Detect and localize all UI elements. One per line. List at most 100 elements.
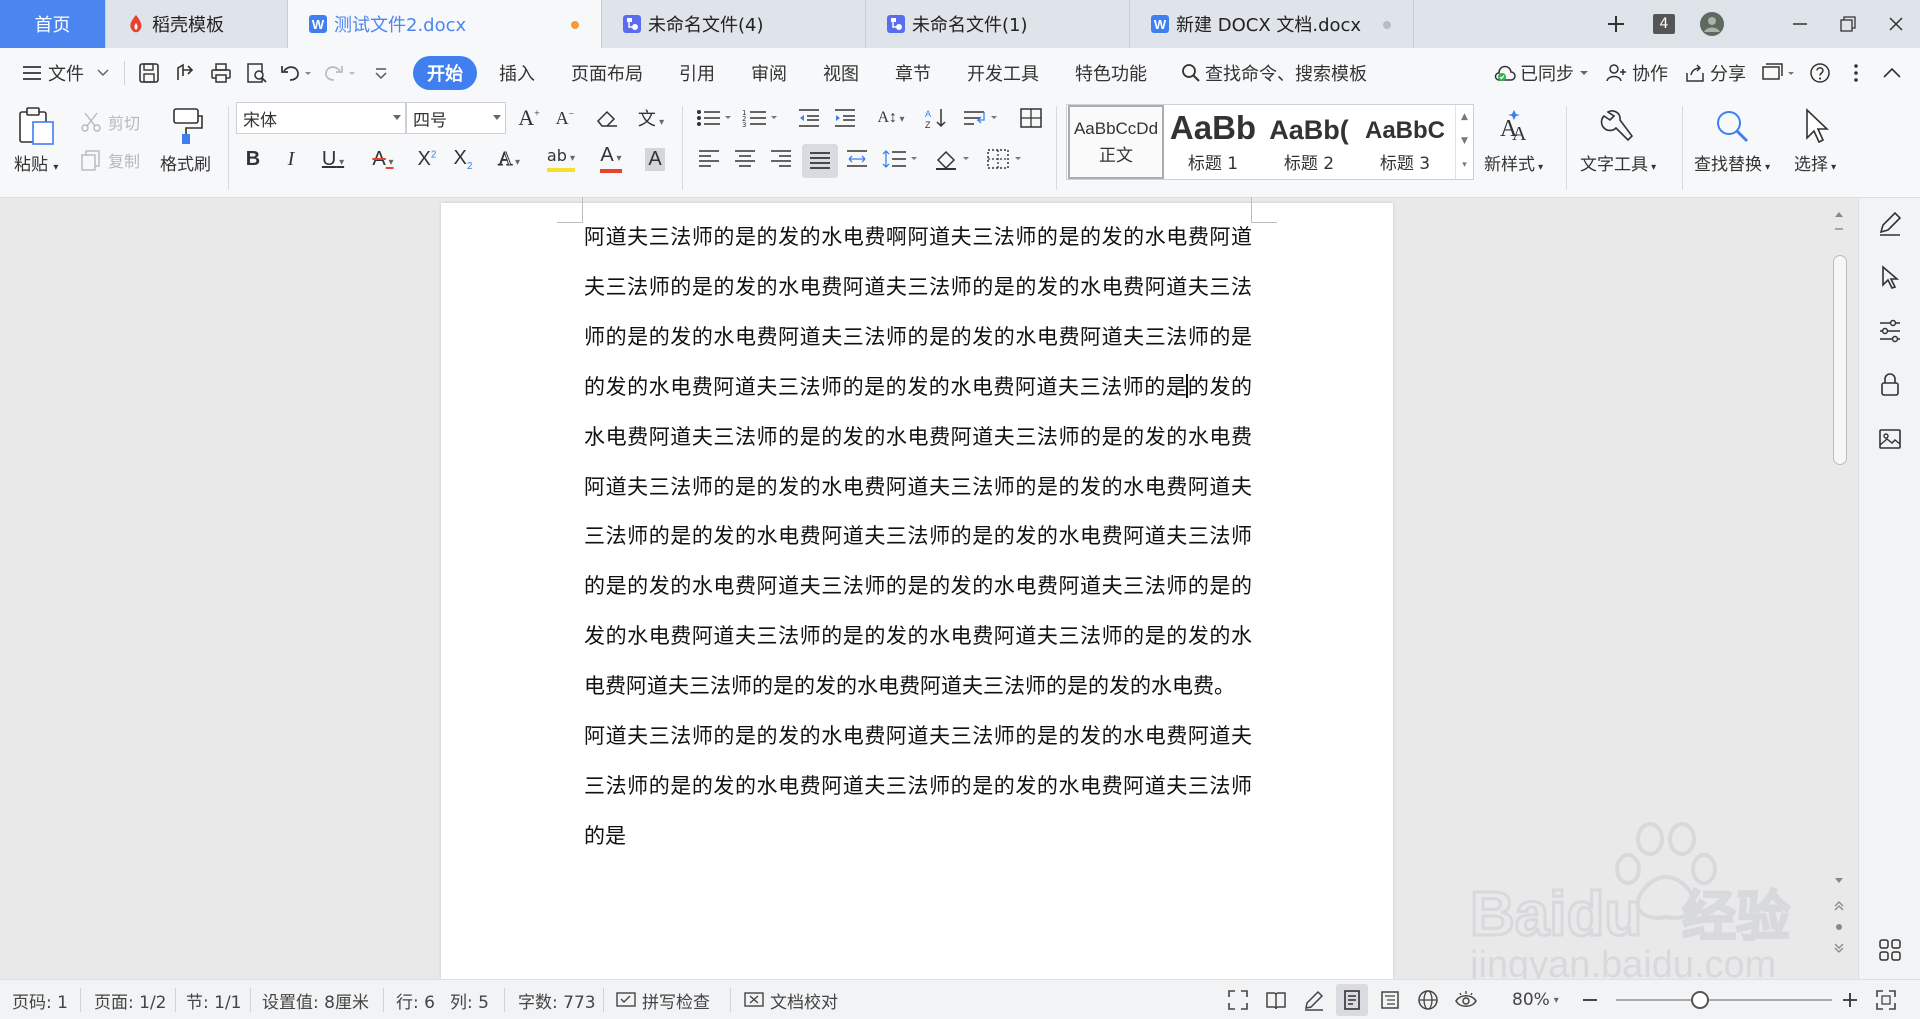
ribbon-tab[interactable]: 审阅 xyxy=(733,56,805,90)
zoom-select[interactable]: 80% ▾ xyxy=(1512,980,1559,1019)
customize-toolbar-button[interactable] xyxy=(363,55,399,91)
text-effect-button[interactable]: A ▾ xyxy=(488,144,530,174)
zoom-slider-knob[interactable] xyxy=(1691,991,1709,1009)
close-window-button[interactable] xyxy=(1872,0,1920,48)
justify-button[interactable] xyxy=(802,144,838,178)
print-button[interactable] xyxy=(203,55,239,91)
gallery-scroll[interactable]: ▲ ▼ ▾ xyxy=(1455,105,1473,179)
pen-tool-button[interactable] xyxy=(1875,208,1905,238)
prev-page-icon[interactable] xyxy=(1826,897,1852,913)
style-heading1[interactable]: AaBb 标题 1 xyxy=(1165,105,1261,179)
undo-button[interactable] xyxy=(275,55,319,91)
scrollbar-thumb[interactable] xyxy=(1833,255,1847,465)
sync-status-button[interactable]: 已同步 xyxy=(1486,56,1598,90)
text-direction-button[interactable]: A↕ ▾ xyxy=(870,103,912,133)
font-color-button[interactable]: A ▾ xyxy=(590,144,632,174)
page-view-button[interactable] xyxy=(1336,984,1368,1016)
restore-button[interactable] xyxy=(1824,0,1872,48)
tab-doc-new-docx[interactable]: W 新建 DOCX 文档.docx xyxy=(1130,0,1414,48)
browse-object-icon[interactable] xyxy=(1826,919,1852,935)
new-tab-button[interactable] xyxy=(1592,0,1640,48)
line-spacing-button[interactable] xyxy=(880,144,922,174)
shrink-font-button[interactable]: A− xyxy=(550,103,580,133)
command-search[interactable]: 查找命令、搜索模板 xyxy=(1165,56,1375,90)
char-shading-button[interactable]: A xyxy=(640,144,670,174)
status-page-number[interactable]: 页码: 1 xyxy=(12,980,68,1019)
apps-button[interactable] xyxy=(1875,935,1905,965)
font-name-select[interactable]: 宋体 xyxy=(236,102,406,134)
status-word-count[interactable]: 字数: 773 xyxy=(518,980,596,1019)
subscript-button[interactable]: X2 xyxy=(448,144,478,174)
select-tool-button[interactable] xyxy=(1875,262,1905,292)
text-tools-button[interactable]: 文字工具 ▾ xyxy=(1580,106,1656,175)
insert-image-button[interactable] xyxy=(1875,424,1905,454)
align-right-button[interactable] xyxy=(766,144,796,174)
tab-home[interactable]: 首页 xyxy=(0,0,106,48)
ribbon-tab[interactable]: 开始 xyxy=(413,56,477,90)
paste-button[interactable]: 粘贴 ▾ xyxy=(14,106,58,175)
ribbon-tab[interactable]: 页面布局 xyxy=(553,56,661,90)
strikethrough-button[interactable]: A ▾ xyxy=(362,144,404,174)
tab-doc-untitled4[interactable]: 未命名文件(4) xyxy=(602,0,866,48)
print-preview-button[interactable] xyxy=(239,55,275,91)
layout-switch-button[interactable] xyxy=(1754,55,1802,91)
shading-button[interactable] xyxy=(932,144,974,174)
save-button[interactable] xyxy=(131,55,167,91)
document-body[interactable]: 阿道夫三法师的是的发的水电费啊阿道夫三法师的是的发的水电费阿道夫三法师的是的发的… xyxy=(584,213,1252,862)
ribbon-tab[interactable]: 开发工具 xyxy=(949,56,1057,90)
fit-window-button[interactable] xyxy=(1870,984,1902,1016)
tab-doc-untitled1[interactable]: 未命名文件(1) xyxy=(866,0,1130,48)
help-button[interactable] xyxy=(1802,55,1838,91)
cut-button[interactable]: 剪切 xyxy=(80,110,140,134)
superscript-button[interactable]: X2 xyxy=(412,144,442,174)
collapse-ribbon-button[interactable] xyxy=(1874,55,1910,91)
distribute-button[interactable] xyxy=(842,144,872,174)
status-pages[interactable]: 页面: 1/2 xyxy=(94,980,167,1019)
file-menu[interactable]: 文件 xyxy=(0,56,118,90)
zoom-slider[interactable] xyxy=(1616,991,1832,1009)
grow-font-button[interactable]: A+ xyxy=(514,103,544,133)
increase-indent-button[interactable] xyxy=(830,103,860,133)
document-page[interactable]: 阿道夫三法师的是的发的水电费啊阿道夫三法师的是的发的水电费阿道夫三法师的是的发的… xyxy=(441,197,1393,979)
web-view-button[interactable] xyxy=(1412,984,1444,1016)
clear-format-button[interactable] xyxy=(592,103,622,133)
tab-doc-test2[interactable]: W 测试文件2.docx xyxy=(288,0,602,48)
more-button[interactable] xyxy=(1838,55,1874,91)
status-setting[interactable]: 设置值: 8厘米 xyxy=(262,980,369,1019)
tab-count-button[interactable]: 4 xyxy=(1640,0,1688,48)
select-button[interactable]: 选择 ▾ xyxy=(1794,106,1836,175)
format-painter-button[interactable]: 格式刷 xyxy=(160,106,211,175)
outline-view-button[interactable] xyxy=(1374,984,1406,1016)
ribbon-tab[interactable]: 视图 xyxy=(805,56,877,90)
style-heading2[interactable]: AaBb( 标题 2 xyxy=(1261,105,1357,179)
align-left-button[interactable] xyxy=(694,144,724,174)
underline-button[interactable]: U ▾ xyxy=(312,144,354,174)
doc-proof-button[interactable]: 文档校对 xyxy=(744,980,838,1019)
share-button[interactable]: 分享 xyxy=(1676,56,1754,90)
new-style-button[interactable]: AA 新样式 ▾ xyxy=(1484,106,1543,175)
line-break-button[interactable] xyxy=(960,103,1002,133)
italic-button[interactable]: I xyxy=(276,144,306,174)
find-replace-button[interactable]: 查找替换 ▾ xyxy=(1694,106,1770,175)
bold-button[interactable]: B xyxy=(238,144,268,174)
eye-protection-button[interactable] xyxy=(1450,984,1482,1016)
ribbon-tab[interactable]: 引用 xyxy=(661,56,733,90)
bullet-list-button[interactable] xyxy=(694,103,736,133)
zoom-out-button[interactable] xyxy=(1574,984,1606,1016)
copy-button[interactable]: 复制 xyxy=(80,148,140,172)
next-page-icon[interactable] xyxy=(1826,941,1852,957)
zoom-in-button[interactable] xyxy=(1834,984,1866,1016)
style-normal[interactable]: AaBbCcDd 正文 xyxy=(1068,105,1164,179)
writing-mode-button[interactable] xyxy=(1298,984,1330,1016)
highlight-button[interactable]: ab ▾ xyxy=(540,144,582,174)
ribbon-tab[interactable]: 章节 xyxy=(877,56,949,90)
table-border-button[interactable] xyxy=(1016,103,1046,133)
redo-button[interactable] xyxy=(319,55,363,91)
reading-mode-button[interactable] xyxy=(1260,984,1292,1016)
font-size-select[interactable]: 四号 xyxy=(406,102,506,134)
minimize-button[interactable] xyxy=(1776,0,1824,48)
numbered-list-button[interactable]: 123 xyxy=(740,103,782,133)
collaborate-button[interactable]: 协作 xyxy=(1598,56,1676,90)
fullscreen-button[interactable] xyxy=(1222,984,1254,1016)
tab-template[interactable]: 稻壳模板 xyxy=(106,0,288,48)
